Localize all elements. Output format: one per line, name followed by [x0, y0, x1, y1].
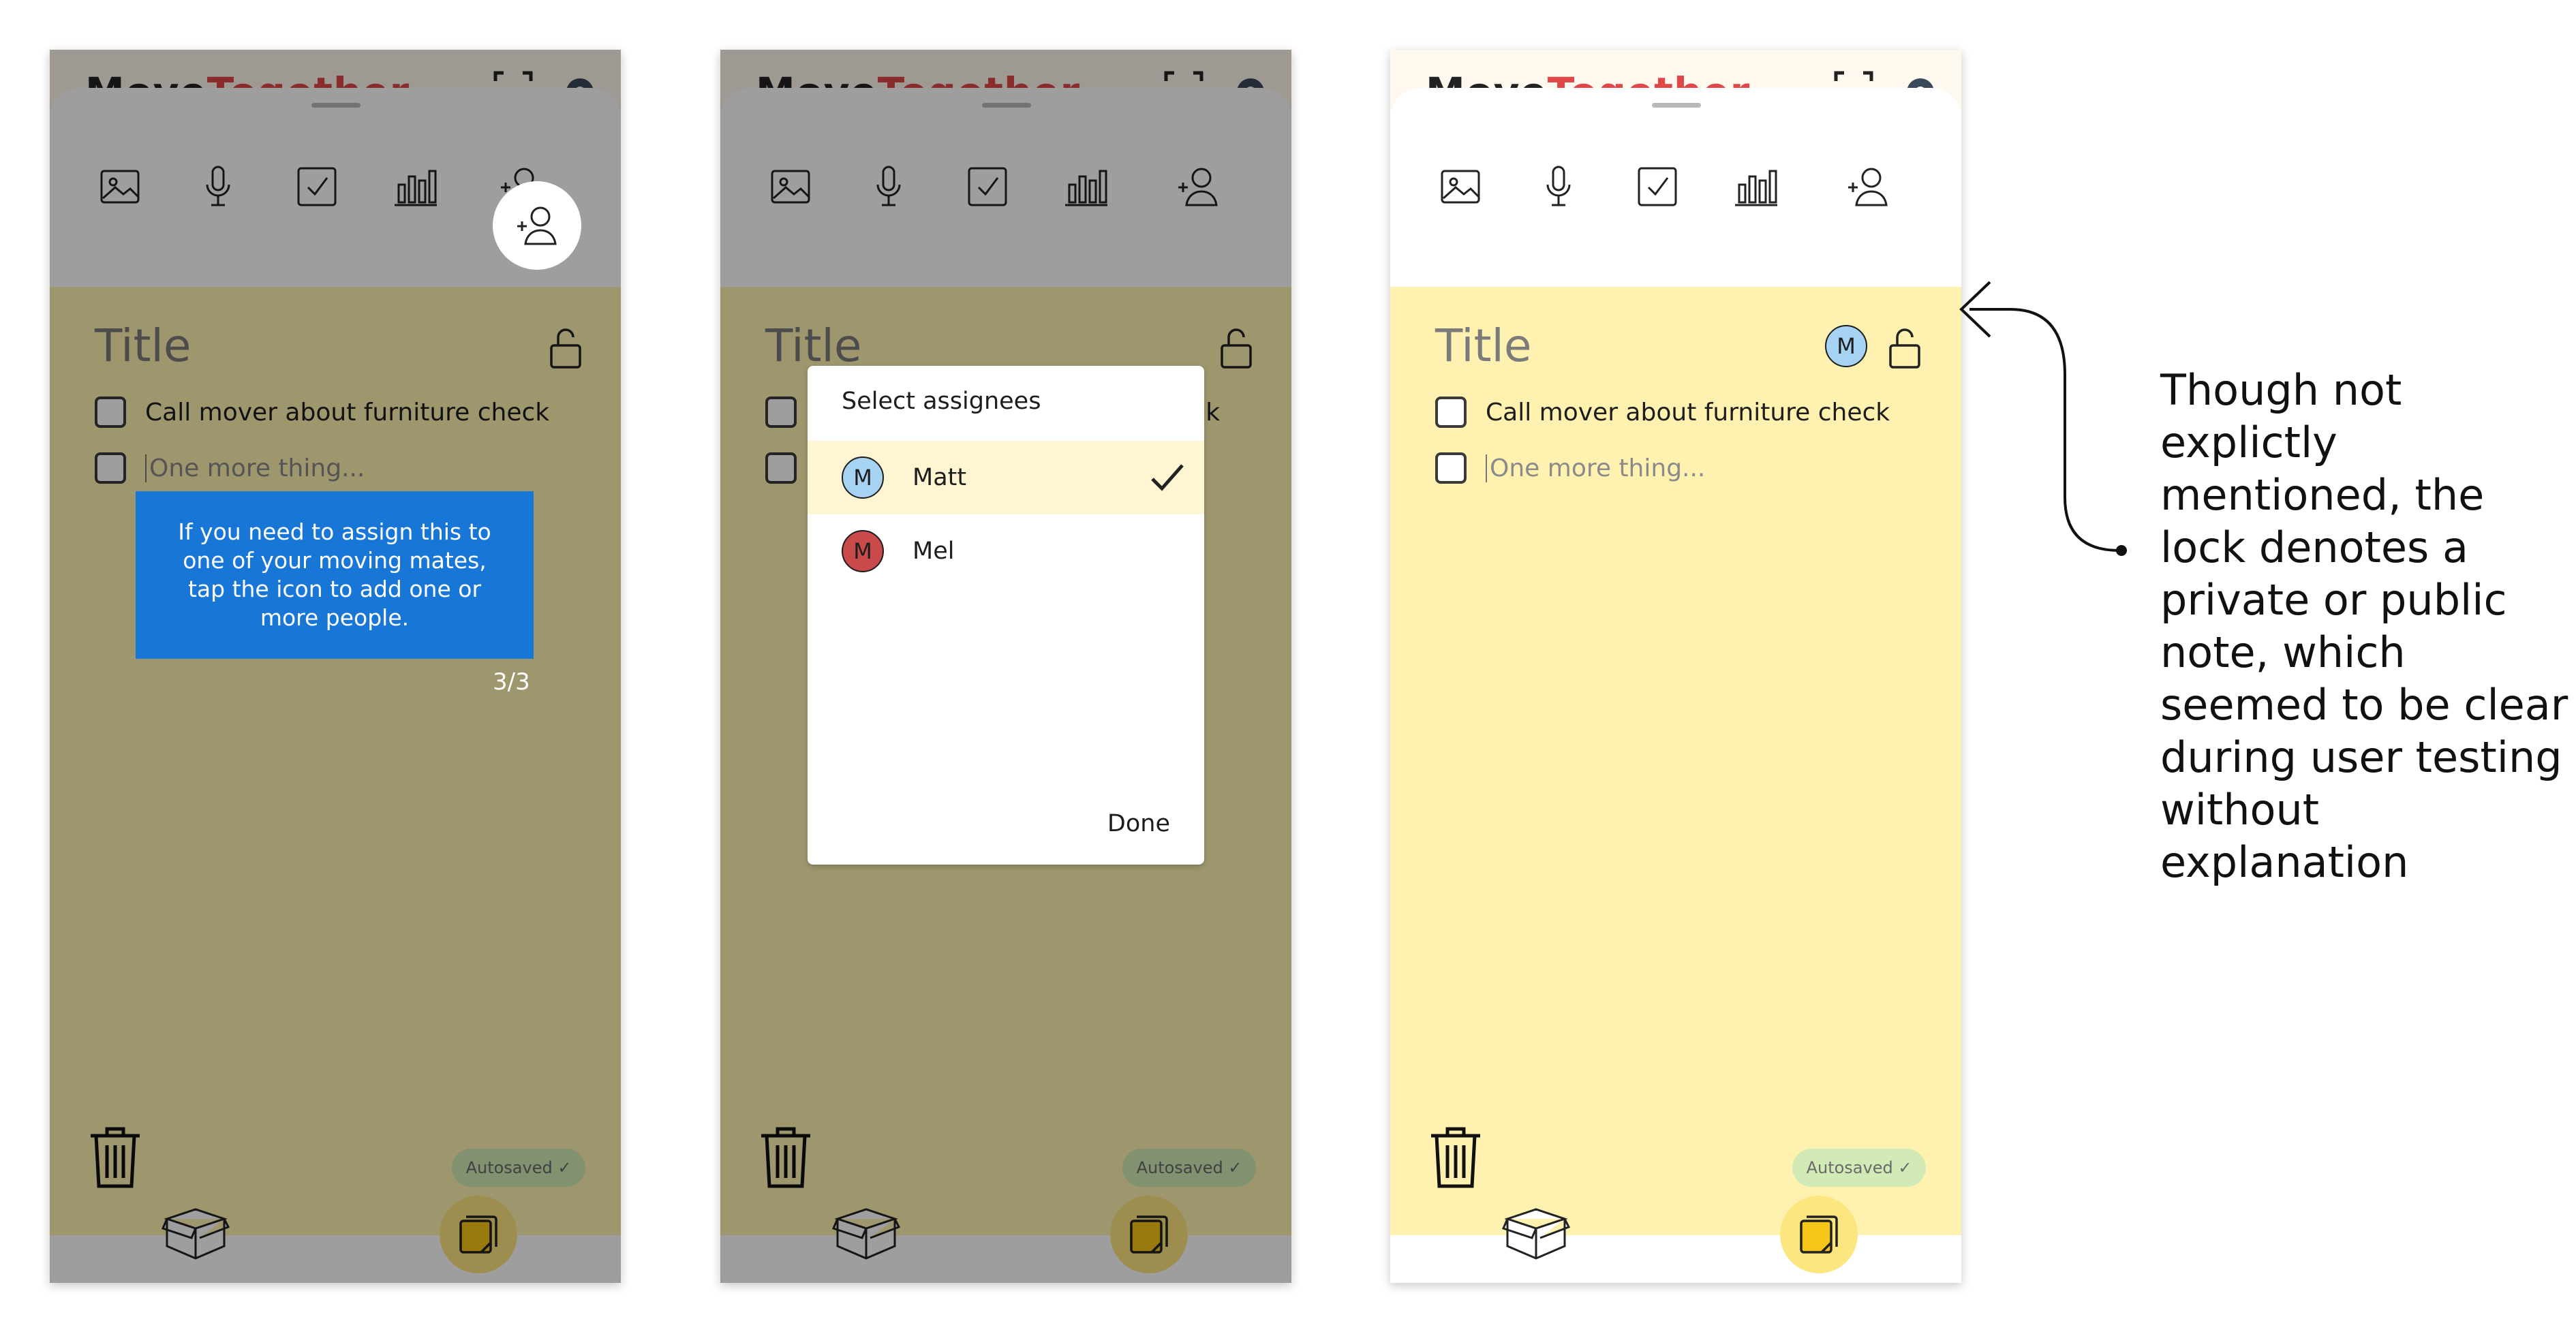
- assignee-name: Matt: [913, 464, 967, 491]
- annotation-arrow-icon: [1959, 281, 2127, 556]
- add-person-icon[interactable]: [1830, 149, 1905, 224]
- drag-handle[interactable]: [1652, 103, 1701, 108]
- avatar: M: [842, 530, 884, 572]
- phone-screen-select-assignees: MoveTogether Title Call mover about furn…: [720, 50, 1291, 1283]
- assignee-option-matt[interactable]: M Matt: [808, 441, 1204, 514]
- microphone-icon[interactable]: [1521, 149, 1596, 224]
- note-title-input[interactable]: Title: [1435, 320, 1531, 372]
- avatar: M: [842, 456, 884, 499]
- checklist-item[interactable]: Call mover about furniture check: [1435, 394, 1890, 430]
- assignee-name: Mel: [913, 538, 955, 565]
- checkbox[interactable]: [1435, 397, 1467, 428]
- image-icon[interactable]: [1423, 149, 1498, 224]
- onboarding-tooltip: If you need to assign this to one of you…: [136, 491, 534, 659]
- poll-icon[interactable]: [1719, 149, 1794, 224]
- phone-screen-onboarding: MoveTogether Title Call mover about furn…: [50, 50, 621, 1283]
- checklist-item-text: Call mover about furniture check: [1486, 398, 1890, 426]
- checkbox[interactable]: [1435, 452, 1467, 484]
- annotation-text: Though not explictly mentioned, the lock…: [2160, 365, 2569, 887]
- unlock-icon[interactable]: [1886, 326, 1926, 370]
- autosave-badge: Autosaved ✓: [1792, 1149, 1926, 1187]
- done-button[interactable]: Done: [1107, 810, 1170, 837]
- assignee-avatar[interactable]: M: [1825, 325, 1867, 367]
- checklist-item-new[interactable]: One more thing...: [1435, 450, 1705, 486]
- bottom-nav: [1390, 1235, 1961, 1283]
- note-card: Title M Call mover about furniture check…: [1390, 287, 1961, 1235]
- onboarding-pager: 3/3: [493, 668, 530, 696]
- trash-icon[interactable]: [1428, 1125, 1483, 1190]
- notes-icon[interactable]: [1780, 1196, 1858, 1273]
- add-person-icon-highlight[interactable]: [493, 181, 581, 270]
- checklist-icon[interactable]: [1620, 149, 1695, 224]
- toolbar-sheet: [1390, 88, 1961, 287]
- select-assignees-dialog: Select assignees M Matt M Mel Done: [808, 366, 1204, 865]
- phone-screen-assigned-note: MoveTogether Title M Call mover about fu…: [1390, 50, 1961, 1283]
- assignee-option-mel[interactable]: M Mel: [808, 514, 1204, 588]
- checklist-new-input[interactable]: One more thing...: [1486, 454, 1705, 482]
- checkmark-icon: [1151, 464, 1184, 491]
- box-icon[interactable]: [1501, 1201, 1571, 1262]
- dialog-title: Select assignees: [842, 388, 1041, 415]
